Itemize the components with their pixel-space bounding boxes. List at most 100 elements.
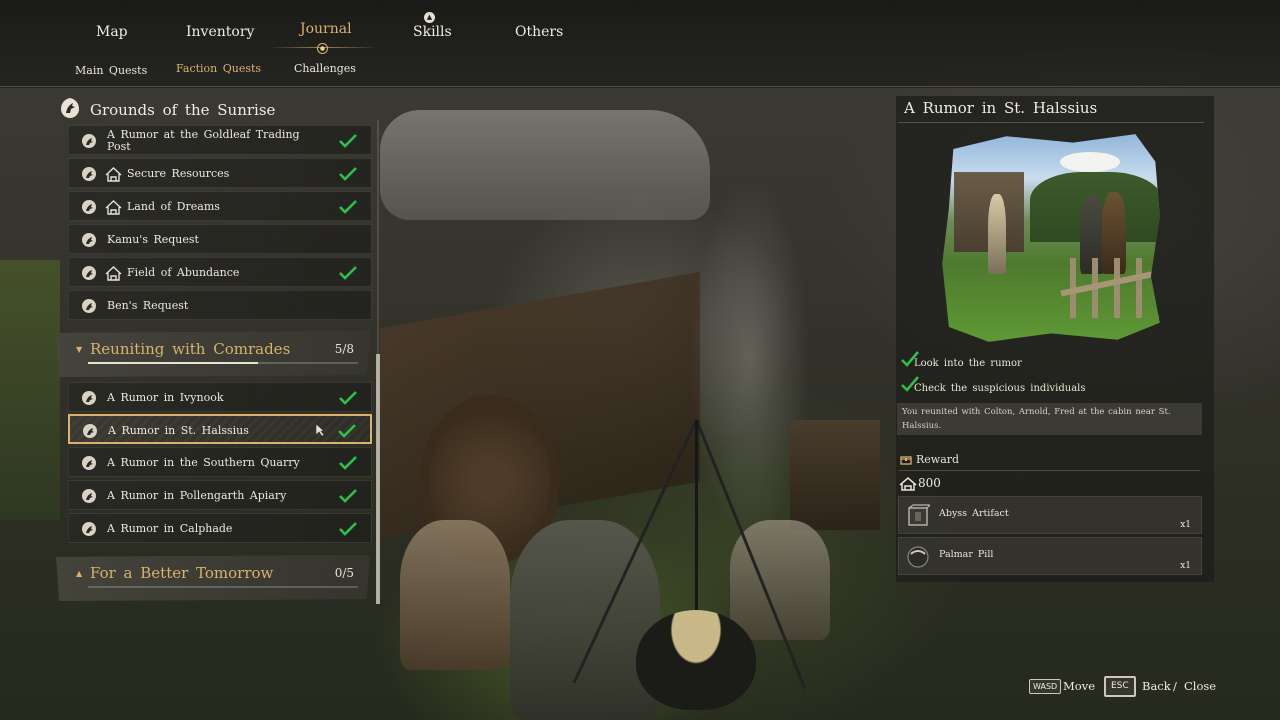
faction-crest-icon xyxy=(82,456,96,470)
quest-label: A Rumor in the Southern Quarry xyxy=(107,456,300,469)
quest-list-scrollbar-thumb[interactable] xyxy=(376,354,380,604)
quest-item[interactable]: A Rumor in Ivynook xyxy=(68,382,372,412)
objective-item: Look into the rumor xyxy=(900,351,1200,374)
reward-divider xyxy=(898,470,1200,471)
faction-crest-icon xyxy=(82,266,96,280)
checkmark-icon xyxy=(339,522,357,536)
reward-points-value: 800 xyxy=(918,476,941,490)
reward-item[interactable]: Palmar Pill x1 xyxy=(898,537,1202,575)
quest-label: Secure Resources xyxy=(127,167,230,180)
quest-label: A Rumor in St. Halssius xyxy=(108,424,249,437)
checkmark-icon xyxy=(339,489,357,503)
quest-group-header-better-tomorrow[interactable]: ▲ For a Better Tomorrow 0/5 xyxy=(56,555,370,601)
scene-wagon-roof xyxy=(380,110,710,220)
checkmark-icon xyxy=(339,391,357,405)
quest-group-progress-text: 5/8 xyxy=(334,342,354,356)
quest-illustration-image xyxy=(942,134,1160,342)
subtab-main-quests[interactable]: Main Quests xyxy=(75,64,147,77)
faction-crest-icon xyxy=(82,200,96,214)
quest-item[interactable]: A Rumor in the Southern Quarry xyxy=(68,447,372,477)
artifact-box-icon xyxy=(908,504,930,526)
faction-crest-icon xyxy=(82,522,96,536)
tab-inventory[interactable]: Inventory xyxy=(186,24,254,40)
quest-detail-title: A Rumor in St. Halssius xyxy=(904,99,1098,117)
quest-item[interactable]: A Rumor at the Goldleaf Trading Post xyxy=(68,125,372,155)
tab-others[interactable]: Others xyxy=(515,24,563,40)
objective-text: Look into the rumor xyxy=(914,358,1022,369)
quest-label: Field of Abundance xyxy=(127,266,240,279)
active-tab-indicator-icon xyxy=(317,43,328,54)
checkmark-icon xyxy=(339,266,357,280)
mouse-cursor-icon xyxy=(315,423,325,437)
circle-arrow-up-icon: ▲ xyxy=(424,12,435,23)
checkmark-icon xyxy=(339,456,357,470)
faction-crest-icon xyxy=(82,489,96,503)
quest-summary-box: You reunited with Colton, Arnold, Fred a… xyxy=(897,403,1202,435)
quest-label: Kamu's Request xyxy=(107,233,199,246)
treasure-chest-icon xyxy=(900,456,912,465)
checkmark-icon xyxy=(339,167,357,181)
quest-group-progress-text: 0/5 xyxy=(334,566,354,580)
quest-group-header-reuniting[interactable]: ▼ Reuniting with Comrades 5/8 xyxy=(56,331,370,377)
image-cloud xyxy=(1060,152,1120,172)
scene-grass xyxy=(0,260,60,520)
reward-points: 800 xyxy=(899,476,1019,492)
subtab-faction-quests[interactable]: Faction Quests xyxy=(176,62,261,75)
reward-item-quantity: x1 xyxy=(1180,520,1191,530)
quest-group-progress-fill xyxy=(88,362,259,364)
faction-crest-icon xyxy=(82,167,96,181)
house-icon xyxy=(105,167,122,182)
faction-crest-icon xyxy=(82,134,96,148)
checkmark-icon xyxy=(339,200,357,214)
quest-item[interactable]: A Rumor in Calphade xyxy=(68,513,372,543)
faction-crest-icon xyxy=(82,391,96,405)
quest-group-title: For a Better Tomorrow xyxy=(90,564,274,582)
reward-header: Reward xyxy=(900,452,1200,470)
tab-journal[interactable]: Journal xyxy=(300,21,352,37)
quest-label: A Rumor in Pollengarth Apiary xyxy=(107,489,287,502)
move-hint: Move xyxy=(1063,679,1096,693)
objective-item: Check the suspicious individuals xyxy=(900,376,1200,399)
reward-item-quantity: x1 xyxy=(1180,561,1191,571)
horse-head-emblem-icon xyxy=(61,98,79,118)
tab-skills[interactable]: Skills xyxy=(413,24,452,40)
quest-item[interactable]: Land of Dreams xyxy=(68,191,372,221)
scene-cooking-pot xyxy=(636,610,756,710)
reward-item-name: Palmar Pill xyxy=(939,549,994,560)
quest-label: A Rumor at the Goldleaf Trading Post xyxy=(107,128,300,153)
checkmark-icon xyxy=(339,134,357,148)
quest-summary-text: You reunited with Colton, Arnold, Fred a… xyxy=(902,407,1171,431)
quest-item[interactable]: Kamu's Request xyxy=(68,224,372,254)
quest-group-progress-bar xyxy=(88,586,358,588)
faction-crest-icon xyxy=(82,299,96,313)
wasd-key-icon: WASD xyxy=(1029,679,1062,694)
reward-item[interactable]: Abyss Artifact x1 xyxy=(898,496,1202,534)
esc-key-button[interactable]: ESC xyxy=(1104,676,1136,697)
quest-label: A Rumor in Calphade xyxy=(107,522,233,535)
reward-item-name: Abyss Artifact xyxy=(939,508,1009,519)
scene-crate xyxy=(790,420,880,530)
quest-label: Land of Dreams xyxy=(127,200,220,213)
quest-item[interactable]: Secure Resources xyxy=(68,158,372,188)
scene-figure xyxy=(400,520,510,670)
quest-group-title: Reuniting with Comrades xyxy=(90,340,291,358)
quest-item[interactable]: Ben's Request xyxy=(68,290,372,320)
reward-label: Reward xyxy=(916,453,960,466)
expand-arrow-icon: ▲ xyxy=(76,569,83,578)
close-hint[interactable]: Close xyxy=(1184,679,1216,693)
region-title: Grounds of the Sunrise xyxy=(90,101,276,119)
quest-item[interactable]: A Rumor in Pollengarth Apiary xyxy=(68,480,372,510)
house-icon xyxy=(105,266,122,281)
faction-crest-icon xyxy=(82,233,96,247)
back-hint[interactable]: Back xyxy=(1142,679,1171,693)
quest-label: A Rumor in Ivynook xyxy=(107,391,224,404)
objective-text: Check the suspicious individuals xyxy=(914,383,1086,394)
quest-item[interactable]: Field of Abundance xyxy=(68,257,372,287)
subtab-challenges[interactable]: Challenges xyxy=(294,62,356,75)
quest-item-selected[interactable]: A Rumor in St. Halssius xyxy=(68,414,372,444)
house-icon xyxy=(899,477,917,491)
tab-map[interactable]: Map xyxy=(96,24,128,40)
image-character xyxy=(988,194,1006,274)
checkmark-icon xyxy=(338,424,356,438)
detail-title-divider xyxy=(898,122,1204,123)
